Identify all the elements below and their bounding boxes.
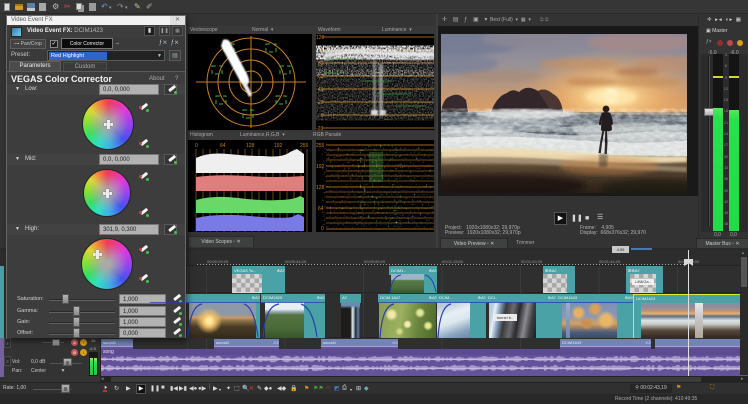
svg-text:-20: -20: [316, 126, 323, 130]
svg-text:80: 80: [318, 61, 324, 67]
svg-text:192: 192: [316, 164, 325, 170]
svg-text:20: 20: [318, 100, 324, 106]
svg-text:40: 40: [318, 87, 324, 93]
svg-text:0: 0: [321, 226, 324, 232]
svg-text:64: 64: [220, 143, 226, 149]
svg-text:255: 255: [316, 143, 325, 149]
svg-text:0: 0: [321, 113, 324, 119]
svg-text:60: 60: [318, 74, 324, 80]
svg-text:128: 128: [246, 143, 255, 149]
svg-text:128: 128: [316, 185, 325, 191]
svg-text:100: 100: [316, 48, 325, 54]
svg-text:120: 120: [316, 35, 325, 41]
svg-text:0: 0: [195, 143, 198, 149]
svg-text:255: 255: [300, 143, 309, 149]
svg-text:192: 192: [274, 143, 283, 149]
svg-text:64: 64: [318, 206, 324, 212]
